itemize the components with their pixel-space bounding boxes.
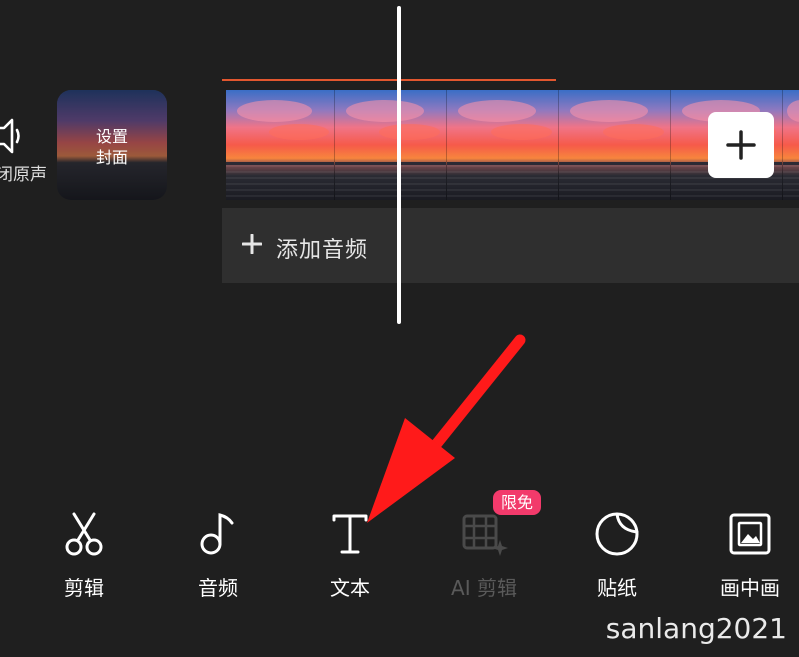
toolbar-item-label: 剪辑 (64, 576, 104, 600)
add-clip-button[interactable] (708, 112, 774, 178)
scissors-icon (65, 512, 103, 556)
cover-label-line2: 封面 (95, 148, 128, 167)
video-frame-thumbnail (783, 90, 799, 200)
toolbar-item-label: 贴纸 (597, 576, 637, 600)
speaker-icon (0, 118, 20, 154)
mute-original-audio-button[interactable]: 闭原声 (0, 108, 47, 185)
video-frame-thumbnail (226, 90, 335, 200)
video-frame-thumbnail (335, 90, 447, 200)
toolbar-item-label: AI 剪辑 (451, 576, 517, 600)
toolbar-item-sticker[interactable]: 贴纸 (567, 510, 667, 610)
timeline-marker-line (222, 79, 556, 81)
mute-label: 闭原声 (0, 165, 47, 185)
free-badge: 限免 (493, 490, 541, 515)
sticker-icon (595, 512, 639, 556)
toolbar-item-ai-edit[interactable]: AI 剪辑 (434, 510, 534, 610)
music-note-icon (200, 513, 234, 555)
set-cover-button[interactable]: 设置 封面 (57, 90, 167, 200)
toolbar-item-label: 音频 (198, 576, 238, 600)
plus-icon (242, 234, 262, 254)
playhead[interactable] (397, 6, 401, 324)
toolbar-item-picture-in-picture[interactable]: 画中画 (700, 510, 799, 610)
cover-label: 设置 封面 (57, 126, 167, 168)
video-frame-thumbnail (447, 90, 559, 200)
add-audio-button[interactable]: 添加音频 (222, 208, 799, 283)
ai-film-icon (462, 514, 508, 556)
picture-in-picture-icon (729, 513, 771, 555)
toolbar-item-audio[interactable]: 音频 (168, 510, 268, 610)
watermark: sanlang2021 (605, 612, 787, 645)
toolbar-item-label: 画中画 (720, 576, 780, 600)
toolbar-item-edit[interactable]: 剪辑 (34, 510, 134, 610)
cover-label-line1: 设置 (95, 127, 128, 146)
plus-icon (726, 130, 756, 160)
add-audio-label: 添加音频 (276, 238, 369, 263)
toolbar-item-label: 文本 (330, 576, 370, 600)
video-frame-thumbnail (559, 90, 671, 200)
text-t-icon (332, 514, 368, 554)
toolbar-item-text[interactable]: 文本 (300, 510, 400, 610)
